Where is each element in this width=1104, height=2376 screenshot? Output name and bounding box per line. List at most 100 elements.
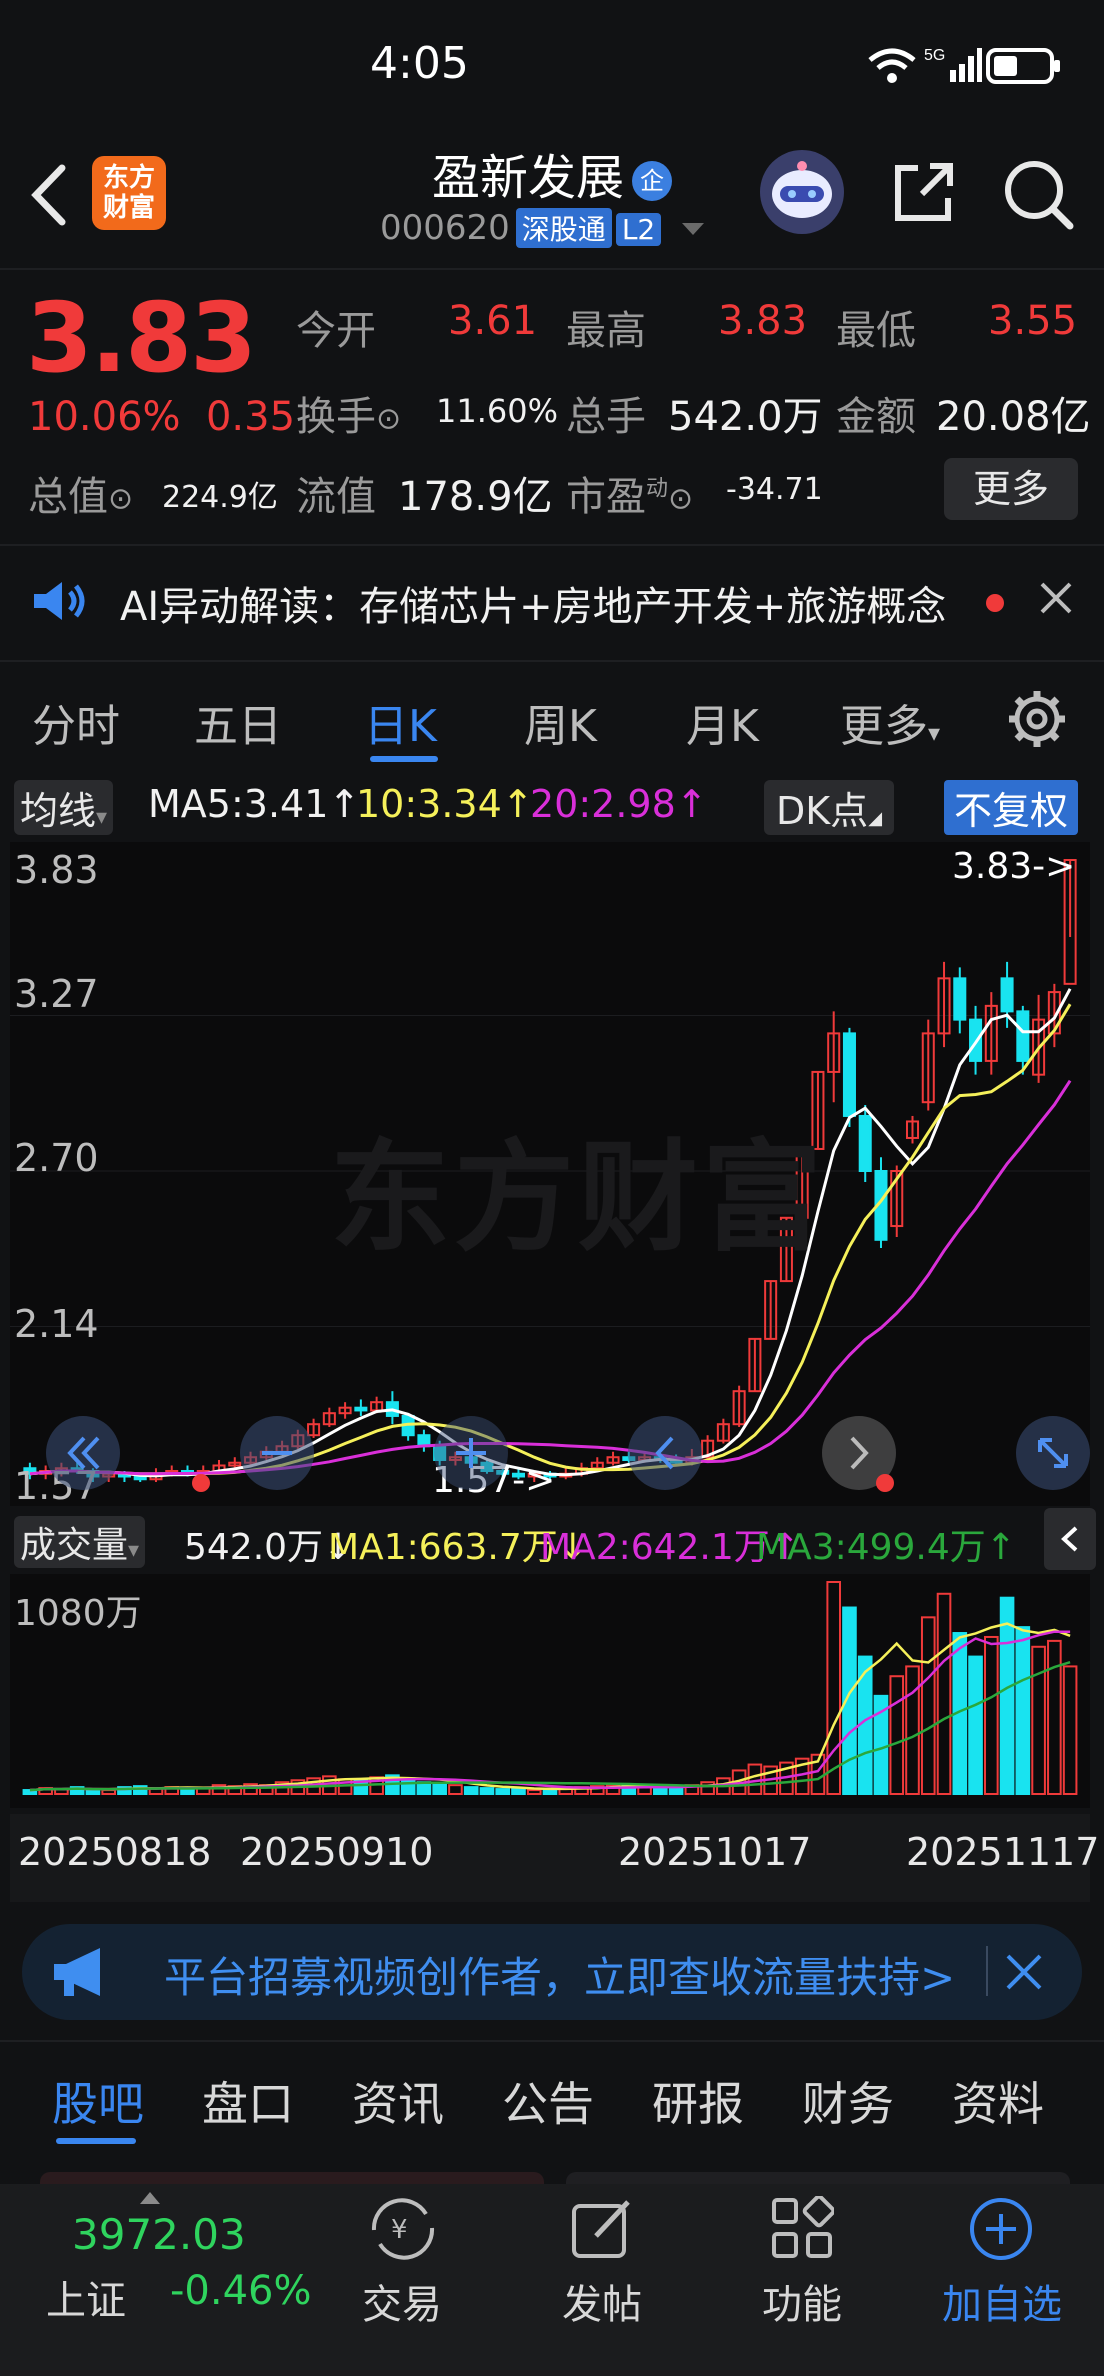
ma-dropdown[interactable]: 均线▾ <box>14 780 114 835</box>
vol-ma1-line <box>29 1622 1071 1792</box>
close-icon[interactable] <box>1002 1950 1046 1994</box>
index-name[interactable]: 上证 <box>46 2268 126 2326</box>
stock-code-row[interactable]: 000620 深股通 L2 <box>380 208 706 248</box>
nav-trade[interactable]: 交易 <box>322 2272 482 2330</box>
volume-bar <box>101 1789 116 1796</box>
close-icon[interactable] <box>1036 578 1076 618</box>
chevron-left-icon <box>1061 1526 1078 1552</box>
volume-bar <box>936 1592 952 1796</box>
turnover-value: 11.60% <box>436 392 559 430</box>
amount-label: 金额 <box>836 394 916 440</box>
date-label: 20251017 <box>618 1830 812 1874</box>
volume-bar <box>1031 1645 1046 1796</box>
fullscreen-button[interactable] <box>1016 1416 1090 1490</box>
tab-intraday[interactable]: 分时 <box>32 690 120 754</box>
search-icon[interactable] <box>1000 156 1076 232</box>
tab-guba[interactable]: 股吧 <box>52 2068 144 2134</box>
high-value: 3.83 <box>718 298 808 344</box>
y-tick-label: 3.27 <box>14 972 99 1016</box>
tab-monthly-k[interactable]: 月K <box>686 690 759 754</box>
scroll-left-button[interactable] <box>628 1416 702 1490</box>
gear-icon[interactable] <box>1006 688 1068 750</box>
tab-weekly-k[interactable]: 周K <box>524 690 597 754</box>
more-quote-button[interactable]: 更多 <box>944 458 1078 520</box>
chevron-left-icon <box>655 1436 674 1470</box>
no-adjust-button[interactable]: 不复权 <box>944 780 1079 835</box>
zoom-in-button[interactable] <box>434 1416 508 1490</box>
y-tick-label: 2.70 <box>14 1136 99 1180</box>
grid-apps-icon[interactable] <box>770 2196 834 2260</box>
tab-five-day[interactable]: 五日 <box>194 690 282 754</box>
zoom-out-button[interactable] <box>240 1416 314 1490</box>
svg-text:5G: 5G <box>924 47 945 64</box>
pe-label[interactable]: 市盈动⊙ <box>566 464 693 522</box>
enterprise-badge: 企 <box>632 161 672 201</box>
divider <box>0 268 1104 270</box>
vol-ma3: MA3:499.4万↑ <box>756 1527 1016 1568</box>
scroll-left-fast-button[interactable] <box>46 1416 120 1490</box>
volume-bar <box>479 1787 495 1796</box>
svg-text:¥: ¥ <box>391 2215 408 2245</box>
promo-text[interactable]: 平台招募视频创作者，立即查收流量扶持> <box>164 1944 955 2005</box>
volume-bar <box>1047 1639 1062 1795</box>
tab-daily-k[interactable]: 日K <box>364 690 437 754</box>
tab-pankou[interactable]: 盘口 <box>202 2068 294 2134</box>
candle-body <box>842 1032 856 1117</box>
divider <box>0 544 1104 546</box>
vol-ma3-line <box>29 1661 1071 1792</box>
ai-insight-text[interactable]: AI异动解读：存储芯片+房地产开发+旅游概念 <box>120 574 980 632</box>
index-value[interactable]: 3972.03 <box>72 2210 246 2259</box>
megaphone-icon <box>54 1948 100 1996</box>
tab-profile[interactable]: 资料 <box>952 2068 1044 2134</box>
index-change: -0.46% <box>170 2268 312 2314</box>
add-watchlist-icon[interactable] <box>968 2196 1034 2262</box>
minus-icon <box>262 1451 292 1455</box>
volume-value: 542.0万 <box>668 394 823 440</box>
mktcap-label[interactable]: 总值⊙ <box>28 464 133 522</box>
low-value: 3.55 <box>988 298 1078 344</box>
date-label: 20250818 <box>18 1830 212 1874</box>
nav-post[interactable]: 发帖 <box>522 2272 682 2330</box>
tab-more[interactable]: 更多▾ <box>840 690 940 754</box>
volume-bar <box>905 1665 920 1795</box>
open-value: 3.61 <box>448 298 538 344</box>
active-tab-indicator <box>56 2138 136 2144</box>
trade-icon[interactable]: ¥ <box>364 2196 442 2262</box>
dk-point-button[interactable]: DK点◢ <box>764 780 895 835</box>
date-label: 20251117 <box>906 1830 1100 1874</box>
tab-finance[interactable]: 财务 <box>802 2068 894 2134</box>
tab-announcements[interactable]: 公告 <box>502 2068 594 2134</box>
volume-chart[interactable] <box>10 1574 1090 1808</box>
sgt-tag: 深股通 <box>515 208 612 248</box>
float-value: 178.9亿 <box>398 474 553 520</box>
open-label: 今开 <box>296 308 376 354</box>
expand-icon <box>1038 1438 1068 1468</box>
volume-bar <box>747 1763 763 1796</box>
ma20-value: 20:2.98↑ <box>530 782 708 826</box>
candle-body <box>1016 1010 1030 1062</box>
nav-function[interactable]: 功能 <box>722 2272 882 2330</box>
double-chevron-left-icon <box>67 1436 100 1470</box>
caret-up-icon <box>140 2192 160 2204</box>
indicator-dropdown[interactable]: 成交量▾ <box>14 1516 146 1568</box>
event-marker[interactable] <box>192 1474 210 1492</box>
candle-body <box>354 1406 368 1412</box>
nav-add-watchlist[interactable]: 加自选 <box>922 2272 1082 2330</box>
volume-bar <box>495 1788 511 1795</box>
event-marker[interactable] <box>876 1474 894 1492</box>
change-amount: 0.35 <box>205 394 296 440</box>
divider <box>986 1946 988 1996</box>
share-icon[interactable] <box>888 158 958 228</box>
active-tab-indicator <box>370 756 438 762</box>
turnover-label[interactable]: 换手⊙ <box>296 384 401 442</box>
change-percent: 10.06% <box>28 394 181 440</box>
pe-value: -34.71 <box>726 472 823 507</box>
tab-news[interactable]: 资讯 <box>352 2068 444 2134</box>
volume-bar <box>668 1787 684 1796</box>
collapse-panel-button[interactable] <box>1044 1508 1096 1570</box>
edit-post-icon[interactable] <box>570 2196 636 2262</box>
amount-value: 20.08亿 <box>936 394 1091 440</box>
date-label: 20250910 <box>240 1830 434 1874</box>
tab-research[interactable]: 研报 <box>652 2068 744 2134</box>
ai-assistant-avatar[interactable] <box>760 150 844 234</box>
